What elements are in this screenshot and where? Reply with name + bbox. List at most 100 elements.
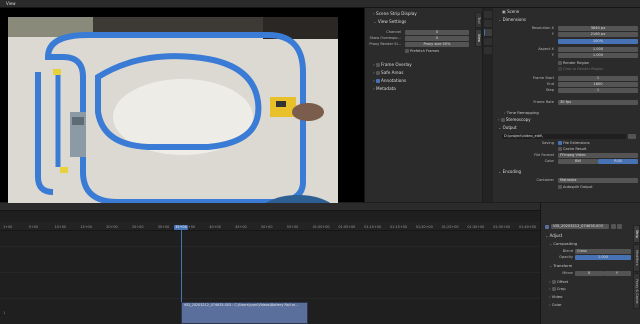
ruler-tick-label: 01:05+00 — [338, 225, 356, 229]
color-header[interactable]: › Color — [549, 303, 562, 307]
channel-field[interactable]: 0 — [405, 30, 469, 35]
ruler-tick-label: 01:15+00 — [390, 225, 407, 229]
movie-strip[interactable]: VID_20203212_074635.003 : C:\Users\ryan\… — [181, 302, 308, 324]
strip-name-field[interactable]: VID_20203212_074635.003 — [551, 224, 609, 229]
channel-divider — [0, 246, 540, 247]
ruler-tick-label: 30+00 — [157, 225, 170, 229]
render-region-checkbox[interactable]: Render Region — [558, 61, 589, 66]
show-overexposed-label: Show Overexpo... — [369, 36, 401, 40]
ruler-tick-label: 01:25+00 — [441, 225, 459, 229]
playhead-frame-indicator[interactable]: 35+04 — [174, 225, 188, 230]
resolution-x-field[interactable]: 3840 px — [558, 26, 638, 31]
tab-view[interactable]: View — [475, 29, 482, 47]
ruler-tick-label: 25+00 — [132, 225, 144, 229]
properties-tabs — [483, 8, 493, 202]
preview-image — [8, 17, 338, 209]
proxy-render-label: Proxy Render Si... — [369, 42, 401, 46]
mirror-y-toggle[interactable]: Y — [603, 271, 631, 276]
output-header[interactable]: ⌄ Output — [498, 126, 517, 130]
frame-overlay-checkbox[interactable] — [376, 63, 381, 67]
render-tab-icon[interactable] — [484, 20, 492, 27]
tool-tab-icon[interactable] — [484, 11, 492, 18]
color-bw-button[interactable]: BW — [558, 159, 598, 164]
editor-header: View — [0, 0, 640, 8]
frame-start-label: Frame Start — [532, 76, 554, 80]
tab-strip[interactable]: Strip — [633, 225, 640, 243]
frame-step-field[interactable]: 1 — [558, 88, 638, 93]
autosplit-output-checkbox[interactable]: Autosplit Output — [558, 185, 593, 190]
blend-mode-select[interactable]: Cross — [575, 249, 631, 254]
ruler-tick-label: 01:10+00 — [364, 225, 382, 229]
container-select[interactable]: Matroska — [558, 178, 638, 183]
scene-tab-title: ▣ Scene — [502, 9, 520, 14]
transform-header[interactable]: ⌄ Transform — [549, 264, 572, 268]
proxy-render-size-select[interactable]: Proxy size 50% — [405, 42, 469, 47]
file-extensions-check-icon — [558, 141, 562, 145]
annotations-checkbox[interactable] — [376, 79, 381, 83]
adjust-header[interactable]: ⌄ Adjust — [545, 234, 562, 238]
metadata-header[interactable]: › Metadata — [373, 86, 477, 92]
tab-modifiers[interactable]: Modifiers — [633, 244, 640, 272]
view-settings-header[interactable]: ⌄ View Settings — [373, 19, 477, 25]
resolution-y-label: Y — [551, 32, 554, 36]
offset-header[interactable]: › Offset — [549, 280, 568, 284]
scene-strip-display-header[interactable]: › Scene Strip Display — [373, 11, 477, 17]
output-path-field[interactable]: D:\project\video_edit\ — [502, 134, 626, 139]
frame-start-field[interactable]: 1 — [558, 76, 638, 81]
frame-end-field[interactable]: 1800 — [558, 82, 638, 87]
sequencer-preview[interactable]: ⌕ ✋ — [0, 8, 389, 209]
prefetch-frames-checkbox[interactable]: Prefetch Frames — [405, 49, 439, 54]
crop-header[interactable]: › Crop — [549, 287, 566, 291]
crop-checkbox[interactable] — [551, 287, 556, 291]
strip-title: VID_20203212_074635.003 : C:\Users\ryan\… — [184, 303, 299, 307]
render-region-checkbox-icon — [558, 61, 562, 65]
scene-tab-icon[interactable] — [484, 47, 492, 54]
resolution-y-field[interactable]: 2160 px — [558, 32, 638, 37]
file-format-label: File Format — [534, 153, 554, 157]
tab-tool[interactable]: Tool — [475, 12, 482, 28]
frame-overlay-header[interactable]: › Frame Overlay — [373, 62, 477, 68]
stereoscopy-header[interactable]: › Stereoscopy — [498, 118, 531, 122]
resolution-x-label: Resolution X — [531, 26, 554, 30]
prefetch-checkbox-icon — [405, 49, 409, 53]
ruler-tick-label: 20+00 — [106, 225, 118, 229]
file-format-select[interactable]: FFmpeg Video — [558, 153, 638, 158]
ruler-tick-label: 1+00 — [3, 225, 13, 229]
crop-checkbox-icon — [558, 67, 562, 71]
cache-result-checkbox[interactable]: Cache Result — [558, 147, 586, 152]
tab-proxy-cache[interactable]: Proxy & Cache — [633, 273, 640, 309]
opacity-label: Opacity — [559, 255, 573, 259]
view-layer-tab-icon[interactable] — [484, 38, 492, 45]
cache-result-check-icon — [558, 147, 562, 151]
output-tab-icon[interactable] — [484, 29, 492, 36]
video-header[interactable]: › Video — [549, 295, 562, 299]
safe-areas-checkbox[interactable] — [376, 71, 381, 75]
channel-label: Channel — [386, 30, 401, 34]
aspect-x-field[interactable]: 1.000 — [558, 47, 638, 52]
opacity-slider[interactable]: 1.000 — [575, 255, 631, 260]
properties-editor: ▣ Scene ⌄ Dimensions Resolution X 3840 p… — [483, 8, 640, 202]
stereoscopy-checkbox[interactable] — [500, 118, 505, 122]
time-remapping-header[interactable]: › Time Remapping — [504, 111, 539, 115]
dimensions-header[interactable]: ⌄ Dimensions — [498, 18, 526, 22]
show-overexposed-field[interactable]: 0 — [405, 36, 469, 41]
compositing-header[interactable]: ⌄ Compositing — [549, 242, 577, 246]
encoding-header[interactable]: ⌄ Encoding — [498, 170, 521, 174]
crop-to-render-region-checkbox[interactable]: Crop to Render Region — [558, 67, 604, 72]
sequencer-header — [0, 203, 540, 211]
offset-checkbox[interactable] — [551, 280, 556, 284]
color-rgb-button[interactable]: RGB — [598, 159, 638, 164]
view-menu[interactable]: View — [6, 2, 16, 6]
mirror-x-toggle[interactable]: X — [575, 271, 603, 276]
channel-divider — [0, 298, 540, 299]
folder-icon[interactable] — [628, 134, 636, 139]
annotations-header[interactable]: › Annotations — [373, 78, 477, 84]
container-label: Container — [536, 178, 554, 182]
file-extensions-checkbox[interactable]: File Extensions — [558, 141, 590, 146]
mute-toggle-icon[interactable] — [611, 224, 616, 229]
resolution-percent-field[interactable]: 100% — [558, 39, 638, 44]
lock-icon[interactable] — [617, 224, 622, 229]
aspect-y-field[interactable]: 1.000 — [558, 53, 638, 58]
safe-areas-header[interactable]: › Safe Areas — [373, 70, 477, 76]
frame-rate-select[interactable]: 30 fps — [558, 100, 638, 105]
